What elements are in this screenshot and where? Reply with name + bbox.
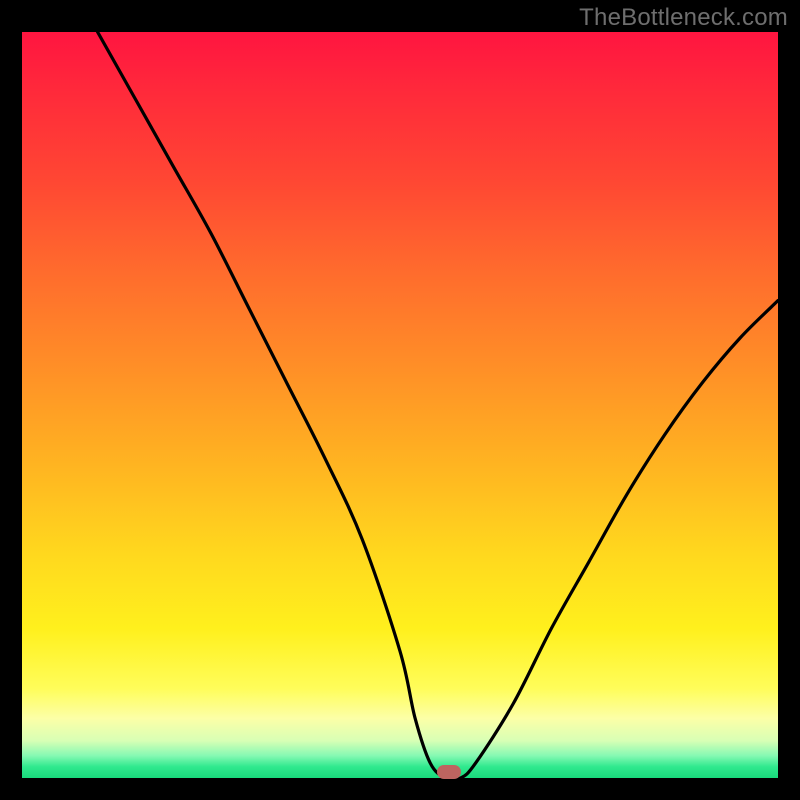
bottleneck-curve xyxy=(22,32,778,778)
plot-area xyxy=(22,32,778,778)
optimum-marker xyxy=(437,765,461,779)
chart-frame: TheBottleneck.com xyxy=(0,0,800,800)
watermark-text: TheBottleneck.com xyxy=(579,4,788,32)
